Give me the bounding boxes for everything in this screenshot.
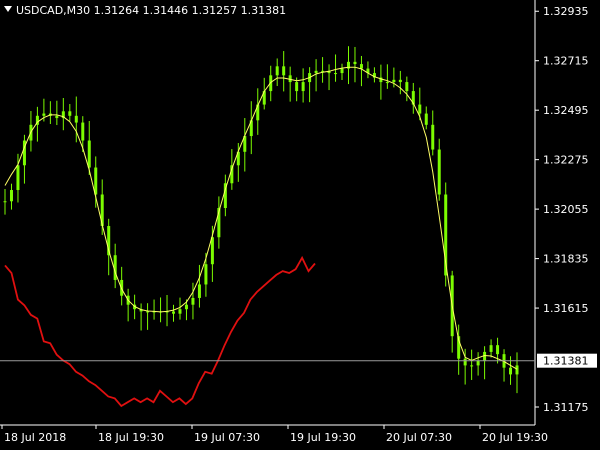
y-tick-label: 1.32275 xyxy=(543,154,589,167)
candle-body xyxy=(314,70,318,74)
y-tick-label: 1.32055 xyxy=(543,203,589,216)
candle-body xyxy=(3,201,7,203)
current-price-label: 1.31381 xyxy=(543,355,589,368)
y-tick-label: 1.32935 xyxy=(543,5,589,18)
low-value: 1.31257 xyxy=(191,4,238,17)
x-tick-label: 18 Jul 2018 xyxy=(4,431,66,444)
candle-body xyxy=(496,345,500,355)
x-tick-label: 20 Jul 07:30 xyxy=(386,431,452,444)
candle-body xyxy=(81,122,85,141)
candle-body xyxy=(398,79,402,83)
price-chart[interactable]: 1.32935 1.32715 1.32495 1.32275 1.32055 1.318… xyxy=(0,0,600,450)
candle-body xyxy=(68,111,72,116)
y-tick-label: 1.31615 xyxy=(543,302,589,315)
candle-body xyxy=(437,149,441,195)
candle-body xyxy=(359,64,363,69)
close-value: 1.31381 xyxy=(240,4,287,17)
candle-body xyxy=(476,360,480,366)
candle-body xyxy=(74,115,78,123)
y-tick-label: 1.32715 xyxy=(543,55,589,68)
open-value: 1.31264 xyxy=(93,4,140,17)
x-tick-label: 20 Jul 19:30 xyxy=(482,431,548,444)
candle-body xyxy=(483,351,487,361)
candle-body xyxy=(9,190,13,202)
candle-body xyxy=(16,165,20,191)
candle-body xyxy=(418,104,422,114)
candle-body xyxy=(405,82,409,92)
x-tick-label: 18 Jul 19:30 xyxy=(98,431,164,444)
candle-body xyxy=(392,79,396,83)
x-tick-label: 19 Jul 07:30 xyxy=(194,431,260,444)
candle-body xyxy=(191,297,195,305)
candle-body xyxy=(210,237,214,265)
candle-body xyxy=(184,304,188,310)
symbol-label: USDCAD,M30 xyxy=(16,4,91,17)
y-tick-label: 1.32495 xyxy=(543,104,589,117)
candle-body xyxy=(42,113,46,116)
high-value: 1.31446 xyxy=(142,4,189,17)
candle-body xyxy=(178,309,182,314)
candle-body xyxy=(509,367,513,375)
y-tick-label: 1.31835 xyxy=(543,253,589,266)
candle-body xyxy=(431,124,435,150)
candle-body xyxy=(197,284,201,298)
candle-body xyxy=(470,365,474,367)
candle-body xyxy=(463,358,467,366)
candle-body xyxy=(55,115,59,119)
y-tick-label: 1.31175 xyxy=(543,401,589,414)
candle-body xyxy=(489,345,493,352)
candle-body xyxy=(340,68,344,74)
dropdown-triangle-icon[interactable] xyxy=(4,6,12,12)
candle-body xyxy=(334,73,338,75)
candle-body xyxy=(515,365,519,375)
candle-body xyxy=(353,61,357,65)
candle-body xyxy=(301,82,305,92)
candle-body xyxy=(275,66,279,76)
candle-body xyxy=(87,140,91,168)
candle-body xyxy=(204,264,208,285)
candle-body xyxy=(146,311,150,313)
candle-body xyxy=(385,82,389,84)
candle-body xyxy=(282,66,286,76)
candle-body xyxy=(295,82,299,92)
x-tick-label: 19 Jul 19:30 xyxy=(290,431,356,444)
candle-body xyxy=(172,311,176,314)
chart-header: USDCAD,M30 1.31264 1.31446 1.31257 1.313… xyxy=(4,4,286,17)
candle-body xyxy=(424,113,428,125)
